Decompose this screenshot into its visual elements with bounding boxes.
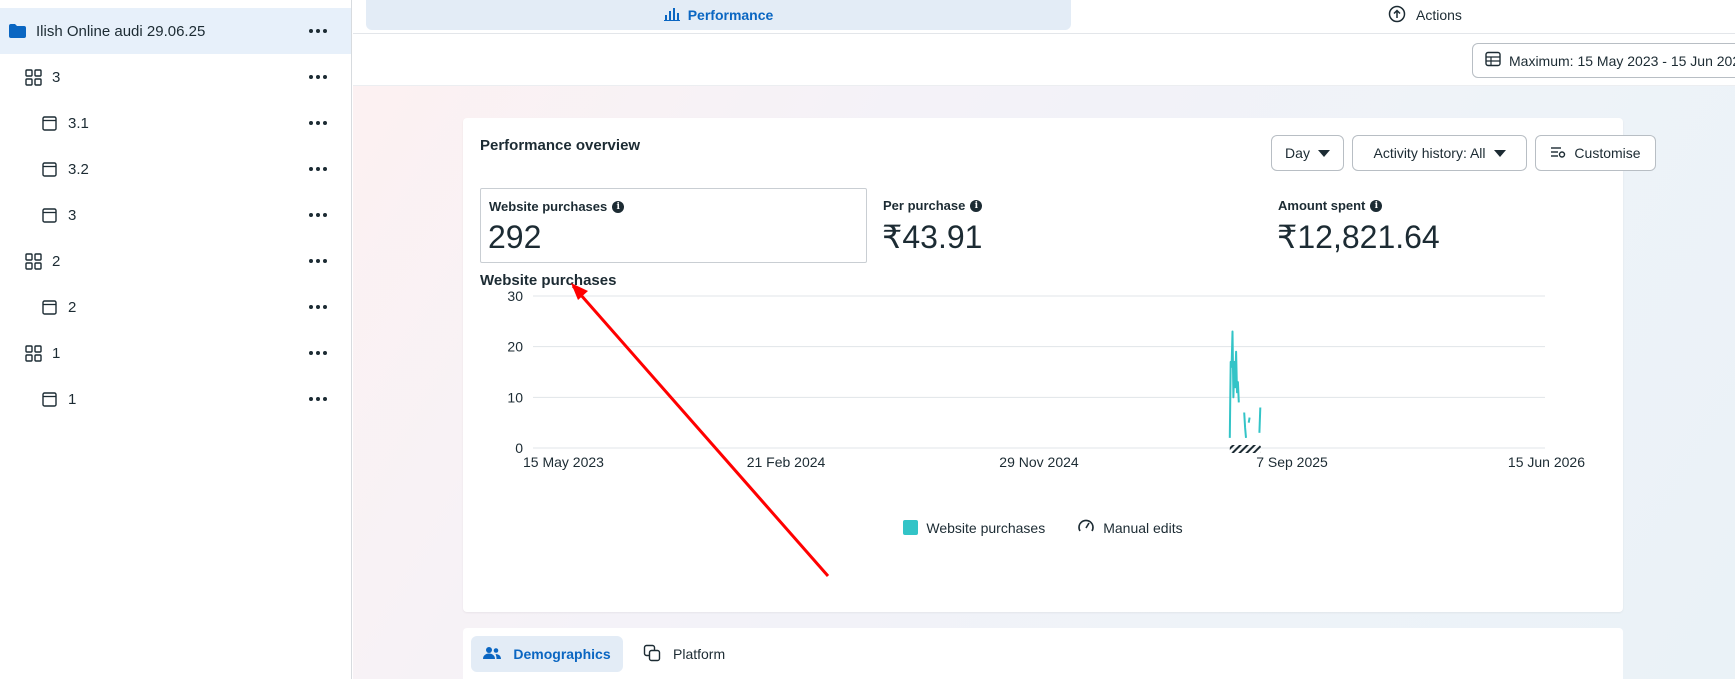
sidebar-item-folder[interactable]: Ilish Online audi 29.06.25 [0, 8, 351, 54]
series-line [1258, 407, 1262, 433]
sidebar-item-ad[interactable]: 3.2 [0, 146, 351, 192]
main-panel: Performance Actions Maximum: 15 May 2023… [353, 0, 1735, 679]
sidebar-item-label: 3.2 [68, 160, 89, 178]
y-tick-label: 30 [507, 288, 523, 304]
sidebar-item-label: Ilish Online audi 29.06.25 [36, 22, 206, 40]
tab-platform-label: Platform [673, 646, 726, 662]
tab-performance-label: Performance [687, 7, 774, 23]
sidebar-item-adset[interactable]: 2 [0, 238, 351, 284]
arrow-up-circle-icon [1388, 5, 1406, 26]
date-bar: Maximum: 15 May 2023 - 15 Jun 2026 [353, 34, 1735, 86]
x-tick-label: 7 Sep 2025 [1256, 454, 1328, 470]
tab-demographics[interactable]: Demographics [471, 636, 623, 672]
sidebar-item-label: 1 [68, 390, 77, 408]
legend-item-website-purchases[interactable]: Website purchases [903, 518, 1045, 537]
sidebar-item-label: 3.1 [68, 114, 89, 132]
x-tick-label: 15 May 2023 [523, 454, 604, 470]
gauge-icon [1077, 518, 1095, 537]
tab-bar: Performance Actions [353, 0, 1735, 34]
website-purchases-chart: 0 10 20 30 15 May 2023 21 Feb 2024 29 Nov 2024… [507, 288, 1585, 470]
more-options-icon[interactable] [307, 67, 329, 87]
bar-chart-icon [663, 7, 680, 24]
more-options-icon[interactable] [307, 389, 329, 409]
tab-actions-label: Actions [1416, 7, 1462, 23]
sidebar-item-label: 1 [52, 344, 61, 362]
grid-icon [24, 252, 42, 270]
chart-legend: Website purchases Manual edits [463, 518, 1623, 537]
copy-squares-icon [643, 644, 661, 665]
tab-performance[interactable]: Performance [366, 0, 1071, 30]
y-tick-label: 20 [507, 339, 523, 355]
tab-actions[interactable]: Actions [1388, 0, 1462, 30]
sidebar-item-adset[interactable]: 1 [0, 330, 351, 376]
tab-platform[interactable]: Platform [643, 636, 725, 672]
y-tick-label: 0 [515, 440, 523, 456]
more-options-icon[interactable] [307, 113, 329, 133]
folder-icon [8, 22, 26, 40]
sidebar-item-ad[interactable]: 2 [0, 284, 351, 330]
performance-overview-card: Performance overview Day Activity histor… [463, 118, 1656, 612]
sidebar-item-adset[interactable]: 3 [0, 54, 351, 100]
date-range-button[interactable]: Maximum: 15 May 2023 - 15 Jun 2026 [1472, 43, 1735, 78]
x-tick-label: 15 Jun 2026 [1508, 454, 1585, 470]
sidebar-item-ad[interactable]: 3 [0, 192, 351, 238]
legend-label: Website purchases [926, 519, 1046, 536]
x-tick-label: 21 Feb 2024 [747, 454, 826, 470]
more-options-icon[interactable] [307, 251, 329, 271]
series-line [1228, 330, 1240, 438]
sidebar-item-label: 3 [52, 68, 61, 86]
series-line [1247, 417, 1251, 423]
more-options-icon[interactable] [307, 21, 329, 41]
legend-item-manual-edits[interactable]: Manual edits [1077, 518, 1183, 537]
ad-window-icon [40, 390, 58, 408]
more-options-icon[interactable] [307, 159, 329, 179]
more-options-icon[interactable] [307, 297, 329, 317]
people-icon [483, 646, 502, 663]
sidebar-item-label: 3 [68, 206, 77, 224]
manual-edits-marker [1229, 445, 1262, 453]
breakdown-tabs: Demographics Platform [463, 628, 1623, 679]
date-range-label: Maximum: 15 May 2023 - 15 Jun 2026 [1509, 52, 1735, 69]
legend-swatch [903, 520, 919, 535]
y-tick-label: 10 [507, 389, 523, 405]
x-tick-label: 29 Nov 2024 [999, 454, 1079, 470]
more-options-icon[interactable] [307, 205, 329, 225]
ad-window-icon [40, 114, 58, 132]
tab-demographics-label: Demographics [513, 646, 611, 662]
series-line [1243, 412, 1247, 438]
sidebar-item-label: 2 [68, 298, 77, 316]
sidebar-item-ad[interactable]: 1 [0, 376, 351, 422]
sidebar: Ilish Online audi 29.06.25 3 3.1 3.2 3 2 2 1 1 [0, 0, 352, 679]
grid-icon [24, 344, 42, 362]
ad-window-icon [40, 160, 58, 178]
calendar-table-icon [1485, 51, 1501, 70]
ad-window-icon [40, 206, 58, 224]
ad-window-icon [40, 298, 58, 316]
more-options-icon[interactable] [307, 343, 329, 363]
grid-icon [24, 68, 42, 86]
sidebar-item-ad[interactable]: 3.1 [0, 100, 351, 146]
sidebar-item-label: 2 [52, 252, 61, 270]
legend-label: Manual edits [1103, 519, 1183, 536]
